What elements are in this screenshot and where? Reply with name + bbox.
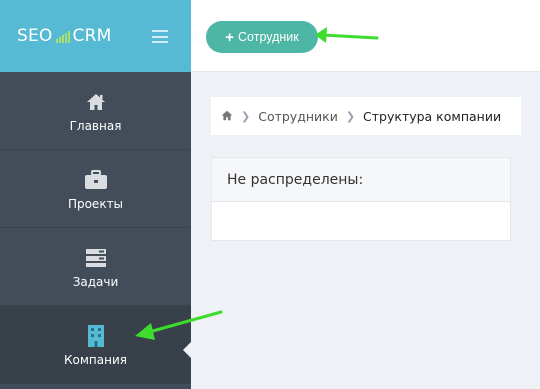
brand-bar: SEO CRM (0, 0, 191, 72)
sidebar-item-home[interactable]: Главная (0, 72, 191, 150)
panel-title: Не распределены: (212, 158, 510, 202)
unassigned-panel: Не распределены: (211, 157, 511, 241)
annotation-arrow-company (135, 310, 223, 340)
sidebar-item-projects[interactable]: Проекты (0, 150, 191, 228)
breadcrumb-link-employees[interactable]: Сотрудники (258, 109, 338, 124)
sidebar-item-label: Компания (64, 352, 127, 367)
briefcase-icon (84, 167, 108, 193)
annotation-arrow-top (315, 27, 379, 43)
breadcrumb-current: Структура компании (363, 108, 502, 124)
plus-icon: + (225, 28, 235, 46)
sidebar-item-tasks[interactable]: Задачи (0, 228, 191, 306)
chevron-right-icon: ❯ (241, 109, 251, 123)
chevron-right-icon: ❯ (345, 109, 356, 123)
hamburger-menu-icon[interactable] (152, 30, 168, 43)
add-employee-button[interactable]: + Сотрудник (206, 21, 318, 53)
sidebar-item-label: Задачи (72, 274, 119, 289)
tasks-icon (85, 245, 107, 271)
logo-text-left: SEO (17, 26, 53, 46)
logo-text-right: CRM (72, 26, 112, 46)
sidebar-item-label: Главная (69, 118, 122, 133)
signal-bars-icon (55, 31, 70, 43)
home-icon[interactable] (221, 109, 233, 124)
add-employee-label: Сотрудник (238, 30, 299, 44)
logo[interactable]: SEO CRM (17, 26, 111, 46)
home-icon (86, 89, 106, 115)
sidebar-item-label: Проекты (67, 196, 124, 211)
building-icon (87, 323, 105, 349)
breadcrumb: ❯ Сотрудники ❯ Структура компании (211, 97, 521, 135)
